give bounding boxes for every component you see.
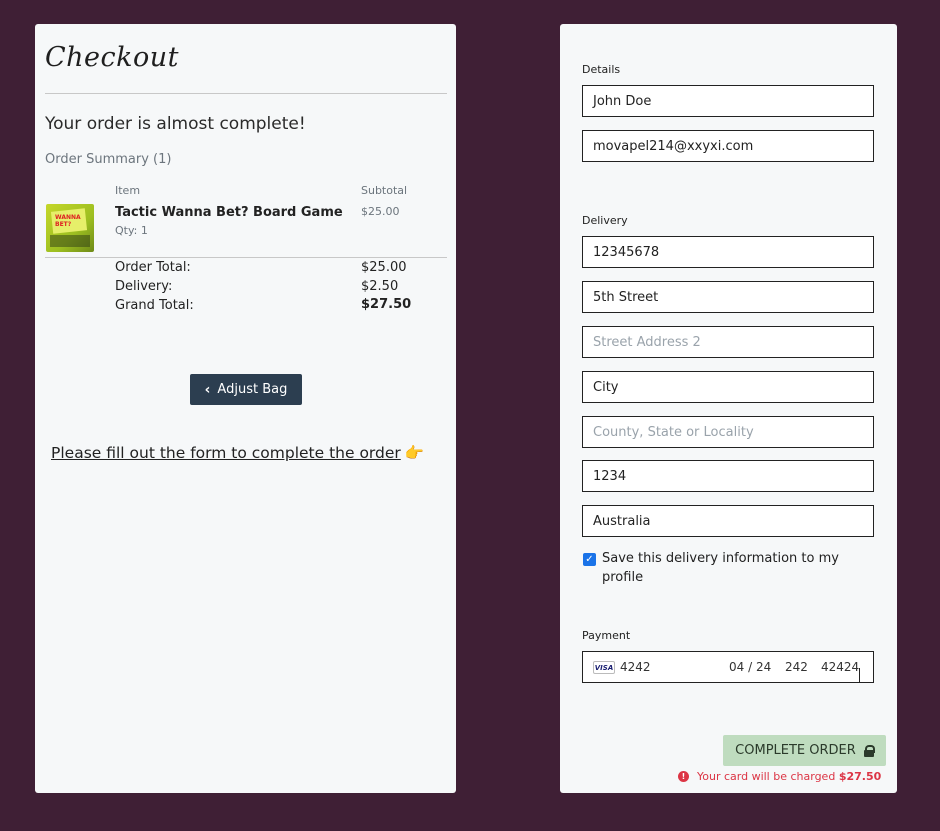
delivery-label: Delivery: — [115, 279, 173, 294]
product-thumbnail: WANNA BET? — [46, 204, 94, 252]
grand-total-label: Grand Total: — [115, 298, 194, 313]
card-cvc[interactable]: 242 — [785, 660, 808, 674]
divider — [45, 93, 447, 94]
order-summary-label: Order Summary (1) — [45, 152, 172, 167]
card-input[interactable]: VISA 4242 04 / 24 242 42424 — [582, 651, 874, 683]
street-address-2-field[interactable]: Street Address 2 — [582, 326, 874, 358]
postcode-field[interactable]: 1234 — [582, 460, 874, 492]
divider — [45, 257, 447, 258]
payment-section-label: Payment — [582, 629, 631, 642]
charge-text: Your card will be charged — [697, 770, 836, 783]
checkout-form-panel: Details John Doe movapel214@xxyxi.com De… — [560, 24, 897, 793]
adjust-bag-label: Adjust Bag — [217, 382, 288, 397]
order-total-label: Order Total: — [115, 260, 191, 275]
page-title: Checkout — [45, 42, 180, 73]
country-select[interactable]: Australia — [582, 505, 874, 537]
complete-order-label: COMPLETE ORDER — [735, 743, 856, 758]
card-number[interactable]: 4242 — [620, 660, 651, 674]
fill-form-message[interactable]: Please fill out the form to complete the… — [51, 444, 424, 462]
product-quantity: Qty: 1 — [115, 224, 148, 237]
visa-card-icon: VISA — [593, 661, 615, 674]
lock-icon — [863, 744, 875, 757]
card-zip[interactable]: 42424 — [821, 660, 859, 674]
delivery-value: $2.50 — [361, 279, 399, 294]
save-info-checkbox[interactable]: ✓ — [583, 553, 596, 566]
order-total-value: $25.00 — [361, 260, 407, 275]
card-zip-wrap[interactable]: 42424 — [821, 660, 861, 682]
pointing-hand-icon: 👉 — [404, 444, 425, 462]
product-thumbnail-text: WANNA BET? — [55, 214, 81, 228]
complete-order-button[interactable]: COMPLETE ORDER — [723, 735, 886, 766]
adjust-bag-button[interactable]: ‹ Adjust Bag — [190, 374, 302, 405]
save-info-label[interactable]: Save this delivery information to my pro… — [602, 549, 862, 587]
delivery-section-label: Delivery — [582, 214, 628, 227]
subtotal-column-header: Subtotal — [361, 184, 408, 197]
item-column-header: Item — [115, 184, 141, 197]
order-summary-panel: Checkout Your order is almost complete! … — [35, 24, 456, 793]
grand-total-value: $27.50 — [361, 297, 412, 312]
charge-amount: $27.50 — [838, 770, 882, 783]
details-section-label: Details — [582, 63, 621, 76]
almost-complete-heading: Your order is almost complete! — [45, 114, 306, 134]
chevron-left-icon: ‹ — [204, 381, 211, 398]
card-expiry[interactable]: 04 / 24 — [729, 660, 771, 674]
full-name-field[interactable]: John Doe — [582, 85, 874, 117]
county-field[interactable]: County, State or Locality — [582, 416, 874, 448]
exclamation-circle-icon: ! — [678, 771, 689, 782]
product-name: Tactic Wanna Bet? Board Game — [115, 205, 343, 220]
city-field[interactable]: City — [582, 371, 874, 403]
phone-field[interactable]: 12345678 — [582, 236, 874, 268]
charge-notice: ! Your card will be charged $27.50 — [678, 770, 881, 783]
fill-form-text: Please fill out the form to complete the… — [51, 444, 401, 462]
email-field[interactable]: movapel214@xxyxi.com — [582, 130, 874, 162]
text-cursor — [859, 668, 861, 682]
product-subtotal: $25.00 — [361, 205, 400, 218]
street-address-1-field[interactable]: 5th Street — [582, 281, 874, 313]
